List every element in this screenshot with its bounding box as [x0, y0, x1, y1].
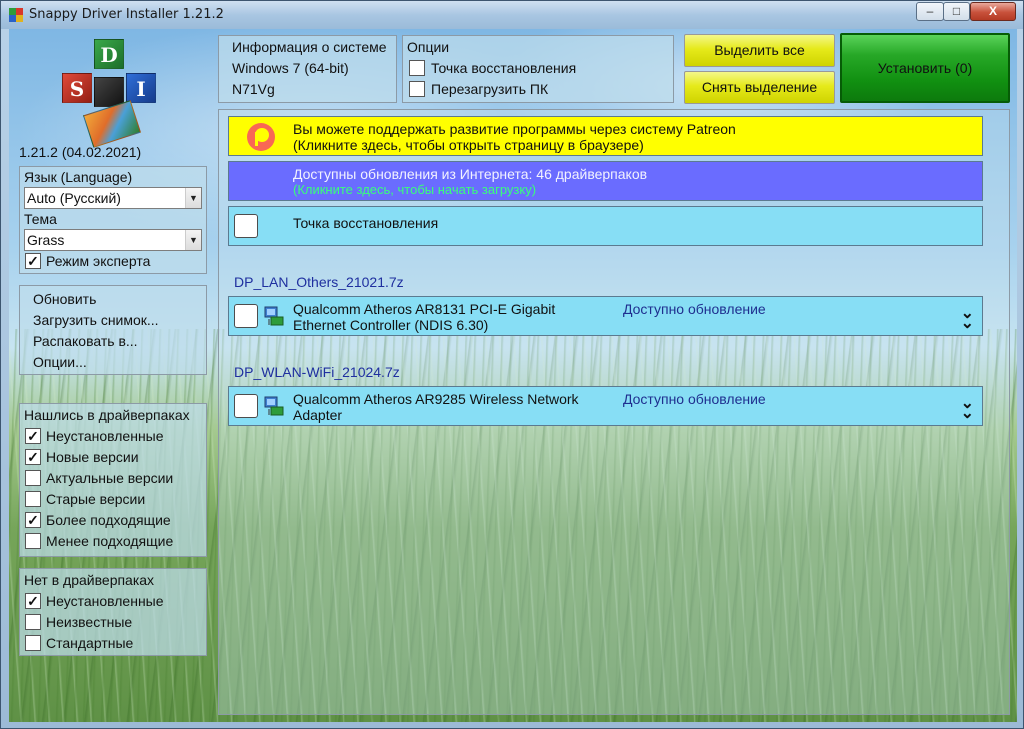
reboot-checkbox[interactable]	[409, 81, 425, 97]
restore-point-row[interactable]: Точка восстановления	[228, 206, 983, 246]
patreon-line2: (Кликните здесь, чтобы открыть страницу …	[293, 137, 644, 153]
sdi-app-icon	[9, 8, 23, 22]
language-select[interactable]: Auto (Русский) ▼	[24, 187, 202, 209]
load-snapshot-menu-item[interactable]: Загрузить снимок...	[33, 312, 159, 328]
machine-name: N71Vg	[232, 81, 275, 97]
select-all-button[interactable]: Выделить все	[684, 34, 835, 67]
restore-point-row-label: Точка восстановления	[293, 215, 439, 231]
filter-checkbox[interactable]	[25, 470, 41, 486]
app-window: Snappy Driver Installer 1.21.2 – □ X D S…	[0, 0, 1024, 729]
driver-status: Доступно обновление	[623, 301, 766, 317]
title-bar[interactable]: Snappy Driver Installer 1.21.2 – □ X	[1, 1, 1023, 29]
patreon-line1: Вы можете поддержать развитие программы …	[293, 121, 736, 137]
filter-checkbox[interactable]: ✓	[25, 428, 41, 444]
chevron-double-down-icon[interactable]: ⌄ ⌄	[961, 306, 974, 332]
driver-row[interactable]: Qualcomm Atheros AR8131 PCI-E Gigabit Et…	[228, 296, 983, 336]
restore-point-label: Точка восстановления	[431, 60, 577, 76]
filter-label: Актуальные версии	[46, 470, 174, 486]
theme-label: Тема	[24, 211, 57, 227]
install-button[interactable]: Установить (0)	[840, 33, 1010, 103]
filter-checkbox[interactable]: ✓	[25, 593, 41, 609]
deselect-button[interactable]: Снять выделение	[684, 71, 835, 104]
dropdown-arrow-icon[interactable]: ▼	[185, 230, 201, 250]
maximize-button[interactable]: □	[943, 2, 970, 21]
driver-name-line2: Adapter	[293, 407, 343, 423]
restore-point-checkbox[interactable]	[409, 60, 425, 76]
filter-checkbox[interactable]	[25, 614, 41, 630]
version-label: 1.21.2 (04.02.2021)	[19, 144, 142, 160]
options-title: Опции	[407, 39, 450, 55]
driver-name-line1: Qualcomm Atheros AR8131 PCI-E Gigabit	[293, 301, 556, 317]
driver-name-line1: Qualcomm Atheros AR9285 Wireless Network	[293, 391, 579, 407]
system-info-panel[interactable]: Информация о системе Windows 7 (64-bit) …	[218, 35, 397, 103]
dropdown-arrow-icon[interactable]: ▼	[185, 188, 201, 208]
filter-label: Неустановленные	[46, 428, 164, 444]
restore-point-row-checkbox[interactable]	[234, 214, 258, 238]
updates-banner[interactable]: Доступны обновления из Интернета: 46 дра…	[228, 161, 983, 201]
minimize-button[interactable]: –	[916, 2, 944, 21]
expert-mode-label: Режим эксперта	[46, 253, 151, 269]
patreon-banner[interactable]: Вы можете поддержать развитие программы …	[228, 116, 983, 156]
theme-select[interactable]: Grass ▼	[24, 229, 202, 251]
theme-select-value: Grass	[27, 232, 65, 248]
options-panel: Опции Точка восстановления Перезагрузить…	[402, 35, 674, 103]
driver-row-checkbox[interactable]	[234, 304, 258, 328]
language-label: Язык (Language)	[24, 169, 133, 185]
filter-label: Неизвестные	[46, 614, 133, 630]
window-title: Snappy Driver Installer 1.21.2	[29, 7, 224, 22]
driver-status: Доступно обновление	[623, 391, 766, 407]
network-device-icon	[264, 396, 284, 416]
not-in-driverpacks-filter: Нет в драйверпаках ✓ Неустановленные Неи…	[19, 568, 207, 656]
driver-row-checkbox[interactable]	[234, 394, 258, 418]
logo-cube-i: I	[126, 73, 156, 103]
language-panel: Язык (Language) Auto (Русский) ▼ Тема Gr…	[19, 166, 207, 274]
filter-label: Старые версии	[46, 491, 146, 507]
client-area: D S I 1.21.2 (04.02.2021) Язык (Language…	[9, 29, 1017, 722]
options-menu-item[interactable]: Опции...	[33, 354, 87, 370]
chevron-double-down-icon[interactable]: ⌄ ⌄	[961, 396, 974, 422]
language-select-value: Auto (Русский)	[27, 190, 121, 206]
network-device-icon	[264, 306, 284, 326]
filter-label: Стандартные	[46, 635, 134, 651]
filter-checkbox[interactable]	[25, 635, 41, 651]
expert-mode-checkbox[interactable]: ✓	[25, 253, 41, 269]
actions-panel: Обновить Загрузить снимок... Распаковать…	[19, 285, 207, 375]
filter-title: Нашлись в драйверпаках	[24, 407, 190, 423]
driver-name-line2: Ethernet Controller (NDIS 6.30)	[293, 317, 489, 333]
filter-checkbox[interactable]: ✓	[25, 512, 41, 528]
logo-cube-s: S	[62, 73, 92, 103]
filter-title: Нет в драйверпаках	[24, 572, 155, 588]
filter-checkbox[interactable]	[25, 491, 41, 507]
updates-line2: (Кликните здесь, чтобы начать загрузку)	[293, 182, 537, 197]
driver-row[interactable]: Qualcomm Atheros AR9285 Wireless Network…	[228, 386, 983, 426]
sdi-logo: D S I	[59, 37, 159, 148]
filter-label: Более подходящие	[46, 512, 171, 528]
extract-to-menu-item[interactable]: Распаковать в...	[33, 333, 138, 349]
filter-label: Новые версии	[46, 449, 139, 465]
logo-cube-d: D	[94, 39, 124, 69]
filter-label: Менее подходящие	[46, 533, 174, 549]
filter-checkbox[interactable]	[25, 533, 41, 549]
system-info-title: Информация о системе	[232, 39, 387, 55]
logo-tools-graphic	[82, 100, 142, 148]
updates-line1: Доступны обновления из Интернета: 46 дра…	[293, 166, 648, 182]
close-button[interactable]: X	[970, 2, 1016, 21]
os-version: Windows 7 (64-bit)	[232, 60, 349, 76]
driver-list: Вы можете поддержать развитие программы …	[218, 109, 1010, 715]
patreon-icon	[247, 123, 275, 151]
reboot-label: Перезагрузить ПК	[431, 81, 549, 97]
refresh-menu-item[interactable]: Обновить	[33, 291, 96, 307]
driverpack-title: DP_WLAN-WiFi_21024.7z	[234, 364, 400, 380]
filter-checkbox[interactable]: ✓	[25, 449, 41, 465]
found-in-driverpacks-filter: Нашлись в драйверпаках ✓ Неустановленные…	[19, 403, 207, 557]
filter-label: Неустановленные	[46, 593, 164, 609]
driverpack-title: DP_LAN_Others_21021.7z	[234, 274, 404, 290]
